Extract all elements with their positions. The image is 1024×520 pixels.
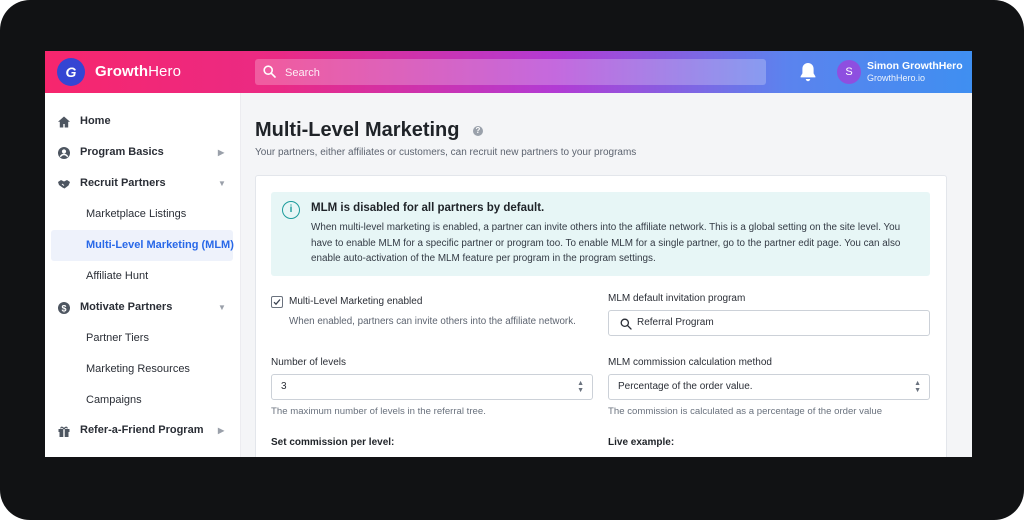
chevron-down-icon: ▼ xyxy=(218,179,226,188)
calc-method-select[interactable]: Percentage of the order value. ▲ ▼ xyxy=(608,374,930,400)
sidebar-item-label: Affiliate Hunt xyxy=(86,270,149,282)
home-icon xyxy=(58,116,70,128)
mlm-enabled-help: When enabled, partners can invite others… xyxy=(289,316,576,327)
notice-title: MLM is disabled for all partners by defa… xyxy=(311,202,545,214)
main-content: Multi-Level Marketing ? Your partners, e… xyxy=(241,93,972,457)
invitation-program-label: MLM default invitation program xyxy=(608,293,746,304)
svg-text:$: $ xyxy=(61,303,66,313)
device-frame: G GrowthHero S Simon GrowthHero GrowthHe… xyxy=(0,0,1024,520)
gift-icon xyxy=(58,426,70,437)
sidebar-item-refer-a-friend[interactable]: Refer-a-Friend Program ▶ xyxy=(45,415,240,446)
search-bar[interactable] xyxy=(255,59,766,85)
sidebar-item-motivate-partners[interactable]: $ Motivate Partners ▼ xyxy=(45,292,240,323)
page-subtitle: Your partners, either affiliates or cust… xyxy=(255,147,637,158)
sidebar-item-recruit-partners[interactable]: Recruit Partners ▼ xyxy=(45,168,240,199)
brand-part1: Growth xyxy=(95,63,149,80)
sidebar-item-label: Refer-a-Friend Program xyxy=(80,424,204,436)
logo-glyph: G xyxy=(65,64,77,80)
sidebar-item-label: Multi-Level Marketing (MLM) xyxy=(86,239,234,251)
brand-part2: Hero xyxy=(148,63,182,80)
invitation-program-value: Referral Program xyxy=(637,317,714,328)
calc-method-label: MLM commission calculation method xyxy=(608,357,772,368)
levels-help: The maximum number of levels in the refe… xyxy=(271,406,486,417)
handshake-icon xyxy=(58,180,70,189)
invitation-program-select[interactable]: Referral Program xyxy=(608,310,930,336)
user-name[interactable]: Simon GrowthHero xyxy=(867,60,963,72)
settings-card: i MLM is disabled for all partners by de… xyxy=(255,175,947,457)
checkmark-icon xyxy=(273,299,281,306)
sidebar-item-label: Motivate Partners xyxy=(80,301,173,313)
sidebar-item-partner-tiers[interactable]: Partner Tiers xyxy=(45,323,240,354)
brand-name[interactable]: GrowthHero xyxy=(95,63,181,80)
notice-body: When multi-level marketing is enabled, a… xyxy=(311,222,901,264)
page-title: Multi-Level Marketing xyxy=(255,119,460,141)
levels-label: Number of levels xyxy=(271,357,347,368)
live-example-heading: Live example: xyxy=(608,437,675,448)
search-input[interactable] xyxy=(283,63,757,83)
help-icon[interactable]: ? xyxy=(473,126,483,136)
sidebar-item-label: Home xyxy=(80,115,111,127)
sidebar-item-label: Marketing Resources xyxy=(86,363,190,375)
sidebar-item-campaigns[interactable]: Campaigns xyxy=(45,385,240,416)
sidebar-item-marketing-resources[interactable]: Marketing Resources xyxy=(45,354,240,385)
select-arrows-icon: ▲ ▼ xyxy=(914,380,921,394)
chevron-down-icon: ▼ xyxy=(218,303,226,312)
sidebar-item-label: Program Basics xyxy=(80,146,164,158)
sidebar-item-label: Partner Tiers xyxy=(86,332,149,344)
sidebar: Home Program Basics ▶ Recruit Partners ▼… xyxy=(45,93,241,457)
top-bar: G GrowthHero S Simon GrowthHero GrowthHe… xyxy=(45,51,972,93)
chevron-right-icon: ▶ xyxy=(218,148,225,157)
sidebar-item-marketplace-listings[interactable]: Marketplace Listings xyxy=(45,199,240,230)
sidebar-item-label: Campaigns xyxy=(86,394,142,406)
mlm-enabled-label[interactable]: Multi-Level Marketing enabled xyxy=(289,296,422,307)
levels-value: 3 xyxy=(281,381,287,392)
growthhero-logo[interactable]: G xyxy=(57,58,85,86)
mlm-enabled-checkbox[interactable] xyxy=(271,296,283,308)
levels-select[interactable]: 3 ▲ ▼ xyxy=(271,374,593,400)
user-site: GrowthHero.io xyxy=(867,73,926,83)
avatar[interactable]: S xyxy=(837,60,861,84)
chevron-right-icon: ▶ xyxy=(218,426,225,435)
sidebar-item-home[interactable]: Home xyxy=(45,106,240,137)
bell-icon[interactable] xyxy=(798,61,818,83)
app-window: G GrowthHero S Simon GrowthHero GrowthHe… xyxy=(45,51,972,457)
sidebar-item-label: Recruit Partners xyxy=(80,177,166,189)
sidebar-item-mlm[interactable]: Multi-Level Marketing (MLM) xyxy=(51,230,234,261)
info-notice: i MLM is disabled for all partners by de… xyxy=(271,192,930,276)
commission-per-level-heading: Set commission per level: xyxy=(271,437,395,448)
user-circle-icon xyxy=(58,147,70,159)
select-arrows-icon: ▲ ▼ xyxy=(577,380,584,394)
search-icon xyxy=(620,318,632,330)
sidebar-item-label: Marketplace Listings xyxy=(86,208,187,220)
sidebar-item-program-basics[interactable]: Program Basics ▶ xyxy=(45,137,240,168)
search-icon xyxy=(263,65,276,78)
calc-method-value: Percentage of the order value. xyxy=(618,381,753,392)
info-icon: i xyxy=(282,201,300,219)
sidebar-item-affiliate-hunt[interactable]: Affiliate Hunt xyxy=(45,261,240,292)
dollar-coin-icon: $ xyxy=(58,302,70,314)
calc-method-help: The commission is calculated as a percen… xyxy=(608,406,883,417)
